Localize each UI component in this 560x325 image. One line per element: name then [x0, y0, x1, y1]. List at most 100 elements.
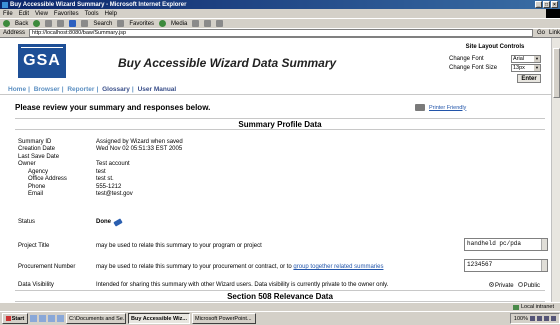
minimize-button[interactable]: _	[535, 1, 542, 8]
home-icon[interactable]	[69, 20, 77, 27]
font-select[interactable]: Arial ▼	[511, 54, 541, 63]
search-icon[interactable]	[81, 20, 89, 27]
address-input[interactable]: http://localhost:8080/baw/Summary.jsp	[29, 29, 533, 37]
task-explorer[interactable]: C:\Documents and Se...	[66, 313, 126, 324]
toolbar: Back Search Favorites Media	[0, 18, 560, 28]
ie-icon	[2, 1, 8, 8]
page-scrollbar[interactable]	[551, 38, 560, 306]
field-row: Summary ID Assigned by Wizard when saved	[18, 138, 183, 145]
font-size-label: Change Font Size	[449, 64, 498, 71]
address-label: Address	[3, 30, 26, 36]
scrollbar-thumb[interactable]	[553, 48, 560, 98]
font-label: Change Font	[449, 55, 484, 62]
procurement-row: Procurement Number may be used to relate…	[18, 264, 384, 270]
field-row: Agency test	[28, 168, 106, 175]
favorites-button[interactable]: Favorites	[129, 21, 154, 27]
mail-icon[interactable]	[204, 20, 212, 27]
group-summaries-link[interactable]: group together related summaries	[293, 264, 383, 270]
nav-user-manual[interactable]: User Manual	[138, 86, 177, 93]
windows-flag-icon	[5, 316, 11, 321]
maximize-button[interactable]: □	[543, 1, 550, 8]
intranet-icon	[512, 304, 519, 310]
gsa-logo: GSA	[18, 44, 66, 78]
system-tray: 100%	[509, 313, 560, 324]
back-button[interactable]: Back	[15, 21, 28, 27]
page-header: GSA Buy Accessible Wizard Data Summary S…	[0, 38, 551, 86]
security-zone: Local intranet	[512, 304, 554, 310]
quicklaunch-icon[interactable]	[48, 315, 55, 322]
scrollbar[interactable]	[541, 260, 547, 271]
tray-icon[interactable]	[530, 316, 535, 321]
visibility-radios: Private Public	[488, 282, 540, 289]
favorites-icon[interactable]	[117, 20, 125, 27]
nav-glossary[interactable]: Glossary	[102, 86, 130, 93]
profile-fields: Summary ID Assigned by Wizard when saved …	[18, 138, 183, 198]
media-button[interactable]: Media	[171, 21, 187, 27]
close-button[interactable]: ×	[551, 1, 558, 8]
field-row: Office Address test st.	[28, 176, 114, 183]
radio-public[interactable]: Public	[517, 282, 540, 289]
address-url: http://localhost:8080/baw/Summary.jsp	[32, 30, 127, 36]
section-summary-profile: Summary Profile Data	[15, 118, 545, 130]
links-button[interactable]: Link	[549, 30, 560, 36]
scrollbar[interactable]	[541, 239, 547, 250]
window-title-bar: Buy Accessible Wizard Summary - Microsof…	[0, 0, 560, 9]
field-row: Email test@test.gov	[28, 191, 133, 198]
refresh-icon[interactable]	[57, 20, 65, 27]
menu-file[interactable]: File	[3, 11, 13, 17]
wrench-icon[interactable]	[113, 217, 123, 227]
nav-reporter[interactable]: Reporter	[67, 86, 94, 93]
procurement-input[interactable]: 1234567	[464, 259, 548, 272]
print-icon[interactable]	[216, 20, 224, 27]
font-size-select[interactable]: 13px ▼	[511, 63, 541, 72]
quicklaunch-icon[interactable]	[39, 315, 46, 322]
status-bar: Local intranet	[0, 302, 560, 311]
printer-icon	[415, 104, 425, 111]
window-controls: _ □ ×	[535, 1, 558, 8]
back-icon[interactable]	[3, 20, 10, 27]
search-button[interactable]: Search	[93, 21, 112, 27]
field-row: Phone 555-1212	[28, 183, 122, 190]
printer-friendly-link[interactable]: Printer Friendly	[415, 104, 466, 111]
go-button[interactable]: Go	[537, 30, 545, 36]
menu-favorites[interactable]: Favorites	[54, 11, 79, 17]
tray-icon[interactable]	[537, 316, 542, 321]
tray-icon[interactable]	[551, 316, 556, 321]
history-icon[interactable]	[192, 20, 200, 27]
task-powerpoint[interactable]: Microsoft PowerPoint...	[192, 313, 256, 324]
taskbar: Start C:\Documents and Se... Buy Accessi…	[0, 311, 560, 325]
quicklaunch-icon[interactable]	[30, 315, 37, 322]
nav-browser[interactable]: Browser	[34, 86, 60, 93]
windows-logo	[546, 9, 560, 18]
media-icon[interactable]	[159, 20, 167, 27]
chevron-down-icon: ▼	[534, 55, 540, 62]
menu-edit[interactable]: Edit	[19, 11, 29, 17]
nav-home[interactable]: Home	[8, 86, 26, 93]
field-row: Owner Test account	[18, 161, 130, 168]
forward-icon[interactable]	[33, 20, 41, 27]
field-row: Last Save Date	[18, 153, 60, 160]
task-ie[interactable]: Buy Accessible Wiz...	[128, 313, 190, 324]
menu-help[interactable]: Help	[105, 11, 117, 17]
page-content: GSA Buy Accessible Wizard Data Summary S…	[0, 38, 560, 306]
page-title: Buy Accessible Wizard Data Summary	[118, 56, 337, 70]
quicklaunch-icon[interactable]	[57, 315, 64, 322]
address-bar: Address http://localhost:8080/baw/Summar…	[0, 28, 560, 38]
status-row: Status Done	[18, 217, 123, 227]
project-title-input[interactable]: handheld pc/pda	[464, 238, 548, 251]
menu-view[interactable]: View	[35, 11, 48, 17]
site-nav: Home | Browser | Reporter | Glossary | User …	[0, 86, 551, 95]
zoom-level: 100%	[513, 315, 528, 322]
radio-private[interactable]: Private	[488, 282, 514, 289]
menu-tools[interactable]: Tools	[85, 11, 99, 17]
layout-controls-title: Site Layout Controls	[465, 44, 525, 50]
review-heading: Please review your summary and responses…	[15, 103, 211, 112]
tray-icon[interactable]	[544, 316, 549, 321]
project-title-row: Project Title may be used to relate this…	[18, 243, 262, 249]
start-button[interactable]: Start	[2, 313, 28, 324]
status-value: Done	[96, 219, 111, 225]
window-title: Buy Accessible Wizard Summary - Microsof…	[10, 1, 187, 8]
enter-button[interactable]: Enter	[517, 74, 541, 83]
stop-icon[interactable]	[45, 20, 53, 27]
menu-bar: File Edit View Favorites Tools Help	[0, 9, 560, 18]
